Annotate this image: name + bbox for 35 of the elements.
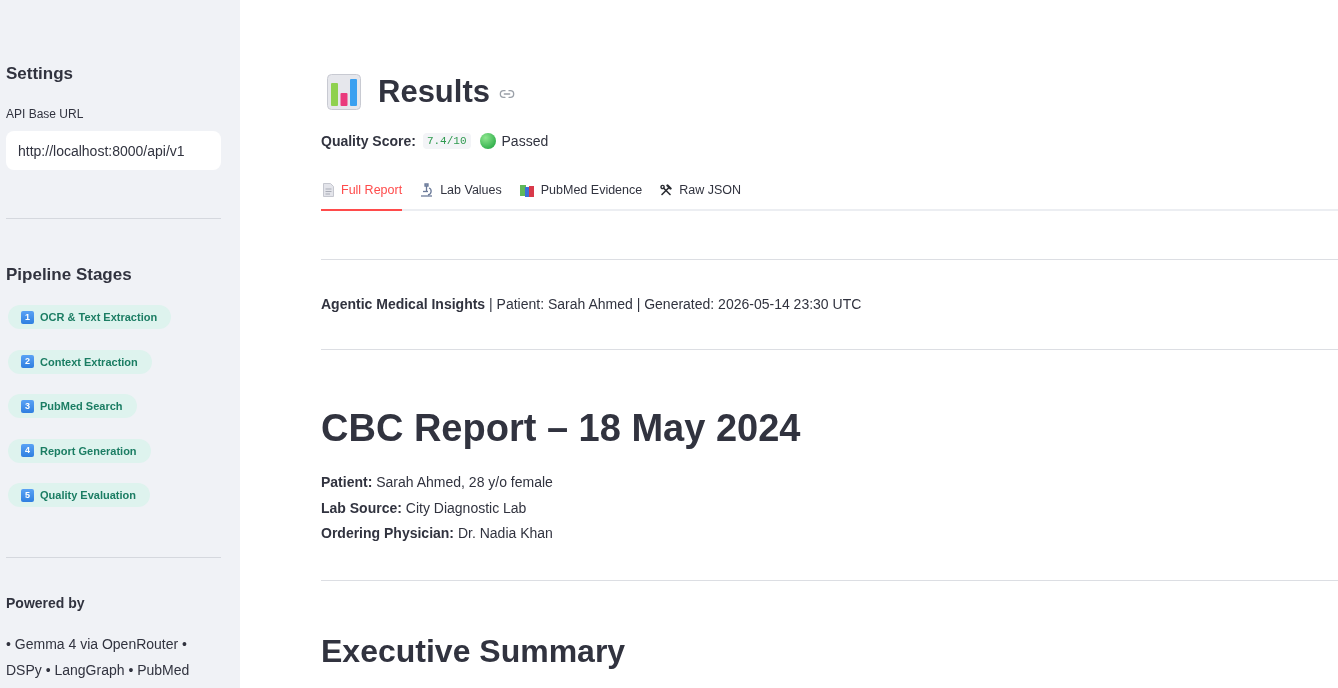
api-url-label: API Base URL [6,106,84,122]
report-detail: Ordering Physician: Dr. Nadia Khan [321,524,553,543]
step-number: 2 [21,355,34,368]
status-text: Passed [501,133,549,149]
report-meta: Agentic Medical Insights | Patient: Sarah Ahmed | Generated: 2026-05-14 23:30 UTC [321,295,862,314]
step-number: 1 [21,310,34,324]
stage-label: Report Generation [40,444,137,457]
tab[interactable]: Raw JSON [658,171,742,211]
step-number: 4 [21,444,34,457]
powered-by-text: • Gemma 4 via OpenRouter • DSPy • LangGraph • PubMed [6,635,191,680]
page-title: Results [378,73,490,111]
document-icon [323,183,334,197]
settings-heading: Settings [6,63,74,85]
stage-label: PubMed Search [40,400,123,412]
section-heading: Executive Summary [321,631,626,671]
quality-score-value: 7.4/10 [422,133,471,149]
tab[interactable]: PubMed Evidence [517,171,643,211]
tab[interactable]: Lab Values [418,171,502,211]
report-heading: CBC Report – 18 May 2024 [321,406,801,451]
status-dot-icon [479,133,496,149]
stage-label: Context Extraction [40,355,138,368]
step-number: 3 [21,399,34,413]
pipeline-heading: Pipeline Stages [6,264,132,286]
report-detail: Lab Source: City Diagnostic Lab [321,498,528,518]
books-icon [519,183,534,197]
stage-label: Quality Evaluation [40,489,136,501]
stage-label: OCR & Text Extraction [40,311,158,323]
report-detail: Patient: Sarah Ahmed, 28 y/o female [321,473,553,492]
bar-chart-icon [327,74,361,110]
step-number: 5 [21,488,34,502]
quality-score-label: Quality Score: [321,133,416,149]
microscope-icon [420,183,434,197]
hammer-and-wrench-icon [660,184,673,196]
powered-by-heading: Powered by [6,594,85,613]
api-url-input[interactable]: http://localhost:8000/api/v1 [6,131,221,170]
